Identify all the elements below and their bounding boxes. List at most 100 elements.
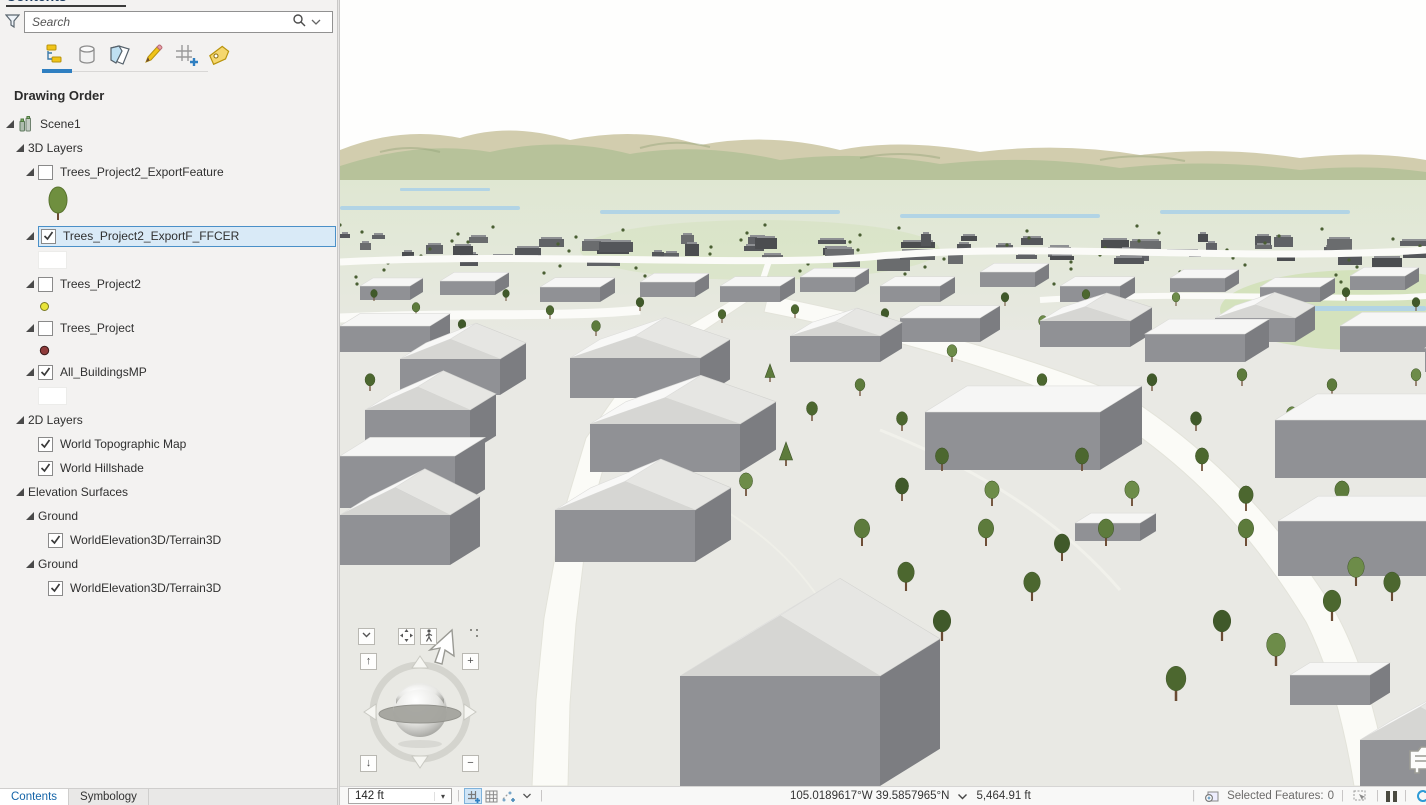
expander-icon[interactable] [26, 279, 38, 289]
building [798, 268, 871, 292]
pause-drawing-icon[interactable] [1386, 790, 1397, 802]
zoom-out-button[interactable]: − [462, 755, 479, 772]
layer-label: Scene1 [40, 117, 81, 131]
clear-selection-icon[interactable] [1351, 788, 1369, 804]
drawing-order-heading: Drawing Order [14, 88, 105, 103]
building [358, 277, 425, 300]
search-dropdown-icon[interactable] [310, 13, 332, 31]
refresh-icon[interactable] [1414, 788, 1426, 804]
selection-tools: | Selected Features: 0 | | | [1192, 787, 1426, 805]
layer-visibility-checkbox[interactable] [41, 228, 56, 244]
coordinates-dropdown-icon[interactable] [957, 792, 968, 801]
layer-tree-row[interactable]: Ground [0, 504, 337, 528]
arcgis-pro-window: Contents Search [0, 0, 1426, 805]
list-by-data-source-icon[interactable] [75, 42, 99, 68]
building [978, 263, 1051, 287]
expander-icon[interactable] [26, 511, 38, 521]
selected-features-label: Selected Features: [1227, 790, 1324, 802]
layer-tree-row[interactable]: WorldElevation3D/Terrain3D [0, 528, 337, 552]
layer-tree-row[interactable]: Scene1 [0, 112, 337, 136]
layer-visibility-checkbox[interactable] [38, 436, 53, 452]
navigator-drag-handle[interactable] [470, 629, 480, 639]
layer-tree-row[interactable]: All_BuildingsMP [0, 360, 337, 384]
layer-label: World Topographic Map [60, 437, 187, 451]
expander-icon[interactable] [26, 231, 38, 241]
layer-tree-row[interactable]: 3D Layers [0, 136, 337, 160]
scale-dropdown-icon[interactable]: ▾ [434, 791, 451, 801]
building [878, 276, 957, 302]
building [638, 273, 711, 297]
layer-tree-row[interactable]: Ground [0, 552, 337, 576]
pane-tab-contents[interactable]: Contents [0, 789, 70, 805]
zoom-in-button[interactable]: + [462, 653, 479, 670]
layer-label: Ground [38, 509, 79, 523]
layer-visibility-checkbox[interactable] [38, 364, 53, 380]
building [898, 305, 1002, 342]
scene-status-bar: 142 ft ▾ | | 105.0189617°W 39.5857965°N [340, 786, 1426, 805]
layer-tree-row[interactable]: Elevation Surfaces [0, 480, 337, 504]
docked-pane-icon[interactable] [1408, 745, 1426, 780]
layer-tree-row[interactable]: World Topographic Map [0, 432, 337, 456]
layer-tree-row[interactable]: Trees_Project2 [0, 272, 337, 296]
scale-combobox[interactable]: 142 ft ▾ [348, 788, 452, 804]
expander-icon[interactable] [26, 367, 38, 377]
expander-icon[interactable] [16, 143, 28, 153]
tilt-up-button[interactable]: ↑ [360, 653, 377, 670]
walk-mode-button[interactable] [420, 628, 437, 645]
building [538, 277, 617, 302]
layer-visibility-checkbox[interactable] [48, 532, 63, 548]
list-by-labeling-icon[interactable] [207, 42, 231, 68]
building [923, 385, 1144, 470]
navigator-collapse-button[interactable] [358, 628, 375, 645]
white-fill-symbol [38, 251, 67, 269]
layer-tree-row[interactable]: WorldElevation3D/Terrain3D [0, 576, 337, 600]
scene-viewport[interactable]: ↑ + ↓ − [340, 0, 1426, 786]
list-by-drawing-order-icon[interactable] [42, 42, 66, 68]
layer-label: 2D Layers [28, 413, 83, 427]
layer-tree-row[interactable]: Trees_Project2_ExportF_FFCER [0, 224, 337, 248]
tilt-down-button[interactable]: ↓ [360, 755, 377, 772]
expander-icon[interactable] [6, 119, 18, 129]
layer-visibility-checkbox[interactable] [38, 164, 53, 180]
expander-icon[interactable] [16, 487, 28, 497]
filter-icon[interactable] [4, 13, 21, 34]
snap-dropdown-icon[interactable] [518, 788, 536, 804]
pane-tab-symbology[interactable]: Symbology [69, 789, 149, 805]
grid-icon[interactable] [482, 788, 500, 804]
elevation-value: 5,464.91 ft [976, 790, 1031, 802]
list-by-editing-icon[interactable] [141, 42, 165, 68]
layer-tree-row[interactable]: Trees_Project [0, 316, 337, 340]
contents-toolbar [42, 42, 231, 72]
pan-mode-button[interactable] [398, 628, 415, 645]
sky [340, 0, 1426, 150]
layer-tree-row[interactable]: World Hillshade [0, 456, 337, 480]
snapping-toggle-icon[interactable] [464, 788, 482, 804]
search-icon[interactable] [292, 13, 310, 32]
layer-visibility-checkbox[interactable] [48, 580, 63, 596]
building [1338, 312, 1426, 352]
zoom-to-selection-icon[interactable] [1202, 788, 1220, 804]
pane-bottom-tabs: Contents Symbology [0, 788, 337, 805]
layer-tree-row[interactable]: Trees_Project2_ExportFeature [0, 160, 337, 184]
building [1273, 393, 1426, 478]
selected-layer-highlight[interactable]: Trees_Project2_ExportF_FFCER [38, 225, 336, 247]
expander-icon[interactable] [16, 415, 28, 425]
list-by-snapping-icon[interactable] [174, 42, 198, 68]
tree-symbol [48, 186, 68, 220]
search-input[interactable]: Search [24, 11, 333, 33]
expander-icon[interactable] [26, 167, 38, 177]
building [1288, 662, 1392, 705]
layer-label: WorldElevation3D/Terrain3D [70, 581, 222, 595]
building [1143, 318, 1271, 362]
layer-tree-row[interactable]: 2D Layers [0, 408, 337, 432]
layer-visibility-checkbox[interactable] [38, 460, 53, 476]
snap-settings-icon[interactable] [500, 788, 518, 804]
list-by-visibility-icon[interactable] [108, 42, 132, 68]
scene-canvas [340, 0, 1426, 786]
coordinates-readout[interactable]: 105.0189617°W 39.5857965°N 5,464.91 ft [790, 787, 1031, 805]
expander-icon[interactable] [26, 559, 38, 569]
layer-visibility-checkbox[interactable] [38, 320, 53, 336]
building [1168, 269, 1241, 292]
expander-icon[interactable] [26, 323, 38, 333]
layer-visibility-checkbox[interactable] [38, 276, 53, 292]
